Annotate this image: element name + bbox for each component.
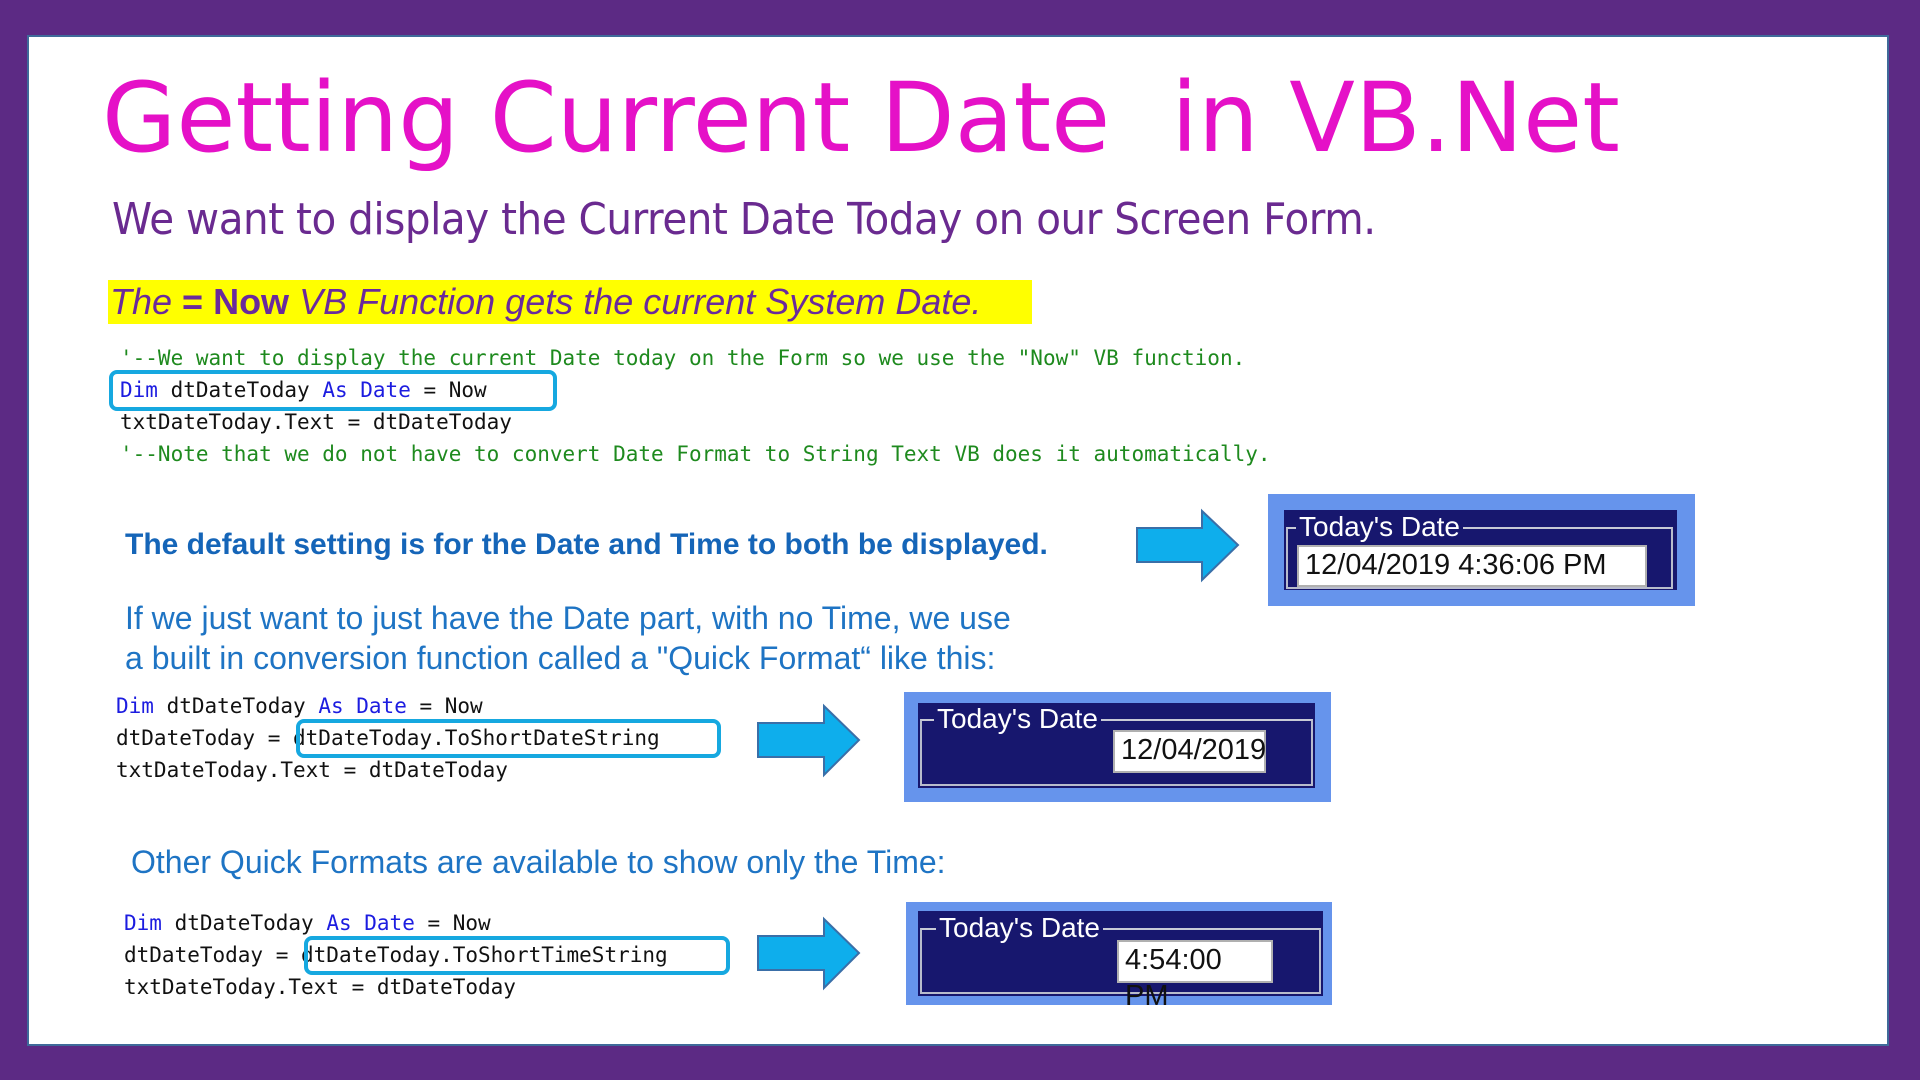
code-text: = Now [414,911,491,935]
date-textbox[interactable]: 12/04/2019 [1113,730,1266,773]
highlight-suffix: VB Function gets the current System Date… [289,281,982,322]
form-preview-3: Today's Date 4:54:00 PM [906,902,1332,1012]
page-title: Getting Current Date in VB.Net [102,62,1620,174]
form-preview-2: Today's Date 12/04/2019 [904,692,1331,802]
code3-line3: txtDateToday.Text = dtDateToday [124,975,516,999]
code-text: dtDateToday = [116,726,294,750]
code-text: dtDateToday [153,694,319,718]
groupbox-label: Today's Date [936,912,1103,944]
note-date-only-line2: a built in conversion function called a … [125,640,996,676]
code-keyword: Dim [116,694,154,718]
code1-comment2: '--Note that we do not have to convert D… [120,442,1271,466]
right-arrow-icon [757,703,861,778]
right-arrow-icon [1136,508,1240,583]
code2-line3: txtDateToday.Text = dtDateToday [116,758,508,782]
note-time-only: Other Quick Formats are available to sho… [131,844,946,880]
groupbox-label: Today's Date [1296,511,1463,543]
right-arrow-icon [757,916,861,991]
subtitle: We want to display the Current Date Toda… [112,194,1376,245]
code-text: dtDateToday [161,911,327,935]
code3-line1: Dim dtDateToday As Date = Now [124,907,491,939]
note-date-only-line1: If we just want to just have the Date pa… [125,600,1011,636]
highlight-bold: = Now [182,281,290,322]
code-keyword: Date [364,911,415,935]
code1-line3: txtDateToday.Text = dtDateToday [120,410,512,434]
date-textbox[interactable]: 12/04/2019 4:36:06 PM [1297,545,1647,587]
callout-box-shorttime [304,936,730,975]
code-text: = Now [406,694,483,718]
code2-line1: Dim dtDateToday As Date = Now [116,690,483,722]
code-keyword: Dim [124,911,162,935]
code-text: dtDateToday = [124,943,302,967]
code-keyword: As [318,694,344,718]
code-keyword: As [326,911,352,935]
note-default-setting: The default setting is for the Date and … [125,528,1048,561]
highlight-text: The = Now VB Function gets the current S… [110,282,981,322]
code-keyword: Date [356,694,407,718]
callout-box-shortdate [296,719,721,758]
groupbox-label: Today's Date [934,703,1101,735]
highlight-prefix: The [110,281,183,322]
callout-box-now [109,370,557,411]
date-textbox[interactable]: 4:54:00 PM [1117,940,1273,1012]
form-preview-1: Today's Date 12/04/2019 4:36:06 PM [1268,494,1695,606]
